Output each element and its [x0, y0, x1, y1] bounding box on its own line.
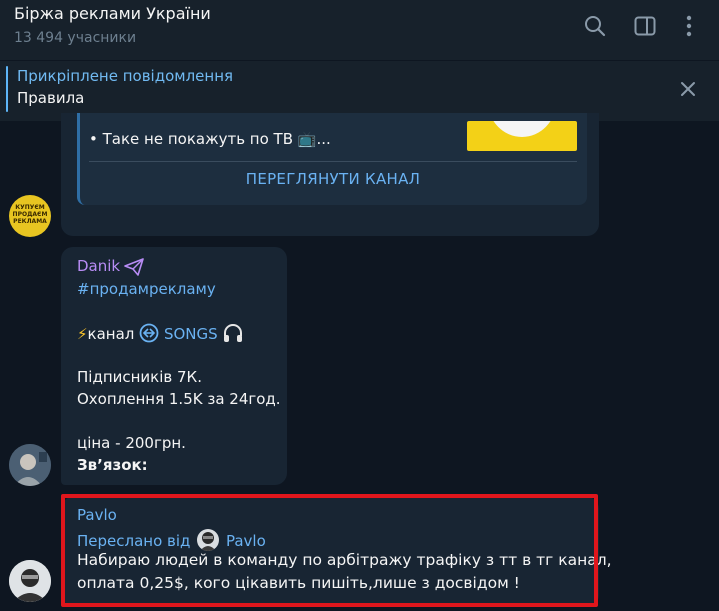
highlight-frame: [61, 494, 598, 607]
channel-preview-image[interactable]: [467, 121, 577, 151]
channel-line: ⚡канал SONGS: [77, 323, 244, 343]
paper-plane-icon: [124, 258, 144, 276]
card-divider: [89, 161, 577, 162]
chat-header[interactable]: Біржа реклами України 13 494 учасники: [0, 0, 719, 60]
sender-name[interactable]: Danik: [77, 257, 120, 275]
avatar-photo: [9, 444, 51, 486]
lightning-icon: ⚡: [77, 325, 88, 343]
hashtag-link[interactable]: #продамрекламу: [77, 280, 216, 298]
chat-title[interactable]: Біржа реклами України: [14, 4, 211, 23]
close-icon[interactable]: [676, 77, 700, 101]
view-channel-button[interactable]: ПЕРЕГЛЯНУТИ КАНАЛ: [89, 170, 577, 194]
preview-image-shape: [487, 121, 557, 137]
channel-prefix: канал: [87, 325, 135, 343]
pinned-label[interactable]: Прикріплене повідомлення: [17, 67, 233, 85]
pinned-indicator: [6, 66, 8, 112]
channel-card-text: • Таке не покажуть по ТВ 📺...: [89, 130, 331, 148]
subscribers-text: Підписників 7К.: [77, 368, 202, 386]
pinned-text[interactable]: Правила: [17, 89, 84, 107]
headphones-icon: [224, 324, 243, 342]
sidebar-toggle-icon[interactable]: [632, 13, 658, 39]
avatar-photo: [9, 560, 51, 602]
reach-text: Охоплення 1.5K за 24год.: [77, 390, 281, 408]
avatar-logo-text: КУПУЄМ ПРОДАЄМ РЕКЛАМА: [12, 204, 48, 225]
avatar[interactable]: КУПУЄМ ПРОДАЄМ РЕКЛАМА: [9, 195, 51, 237]
search-icon[interactable]: [582, 13, 608, 39]
circle-arrow-icon: [139, 323, 159, 343]
contact-label: Зв’язок:: [77, 456, 148, 474]
channel-name: SONGS: [163, 325, 218, 343]
member-count: 13 494 учасники: [14, 30, 137, 46]
avatar[interactable]: [9, 444, 51, 486]
price-text: ціна - 200грн.: [77, 434, 186, 452]
more-vertical-icon[interactable]: [676, 13, 702, 39]
avatar[interactable]: [9, 560, 51, 602]
